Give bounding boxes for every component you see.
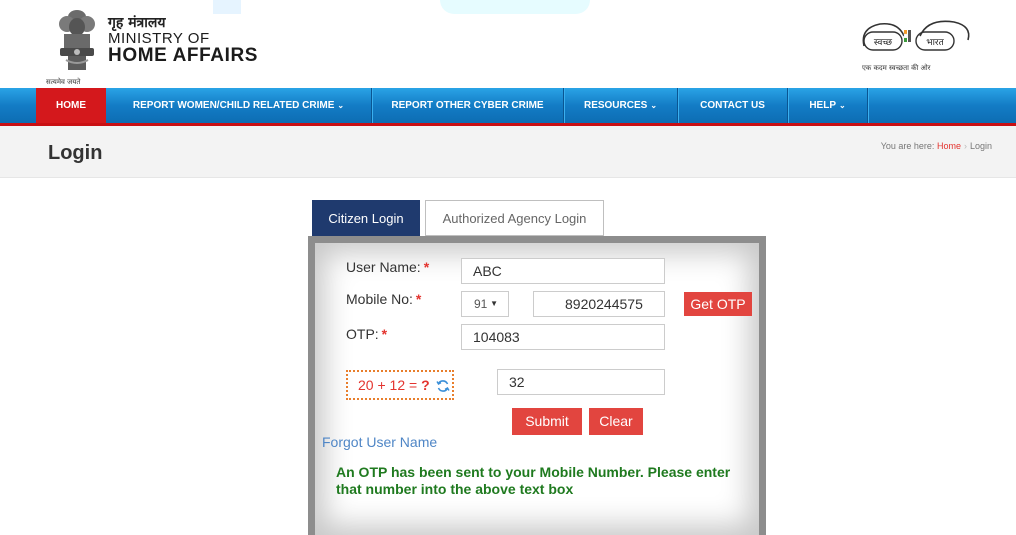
forgot-username-link[interactable]: Forgot User Name [322,434,437,450]
otp-sent-message: An OTP has been sent to your Mobile Numb… [336,464,731,497]
get-otp-button[interactable]: Get OTP [684,292,752,316]
otp-label: OTP: * [346,326,387,342]
nav-report-other-cyber-crime[interactable]: REPORT OTHER CYBER CRIME [372,88,564,123]
breadcrumb: You are here: Home › Login [881,141,992,151]
breadcrumb-home-link[interactable]: Home [937,141,961,151]
tab-citizen-login[interactable]: Citizen Login [312,200,420,236]
refresh-icon[interactable] [436,379,450,393]
required-mark: * [423,259,430,275]
header-decoration [440,0,590,14]
nav-label: REPORT OTHER CYBER CRIME [391,100,544,111]
required-mark: * [415,291,422,307]
captcha-question-mark: ? [421,377,430,393]
swachh-bharat-logo-icon: स्वच्छ भारत [862,20,970,51]
nav-label: HELP [809,100,836,111]
submit-button[interactable]: Submit [512,408,582,435]
page-title-bar [0,126,1016,178]
swachh-caption: एक कदम स्वच्छता की ओर [862,64,931,72]
swachh-right-text: भारत [926,38,944,48]
nav-label: REPORT WOMEN/CHILD RELATED CRIME [132,100,335,111]
site-header: सत्यमेव जयते गृह मंत्रालय MINISTRY OF HO… [0,0,1016,88]
header-decoration [213,0,241,14]
username-label: User Name: * [346,259,429,275]
nav-label: RESOURCES [583,100,648,111]
breadcrumb-separator: › [963,141,967,151]
captcha-answer-field[interactable]: 32 [497,369,665,395]
mobile-label-text: Mobile No: [346,291,413,307]
captcha-expression: 20 + 12 = ? [358,377,430,393]
otp-label-text: OTP: [346,326,379,342]
nav-label: CONTACT US [700,100,765,111]
mobile-label: Mobile No: * [346,291,421,307]
mobile-number-field[interactable]: 8920244575 [533,291,665,317]
national-emblem-icon [59,10,95,70]
nav-contact-us[interactable]: CONTACT US [678,88,788,123]
nav-report-women-child-crime[interactable]: REPORT WOMEN/CHILD RELATED CRIME ⌄ [106,88,372,123]
breadcrumb-prefix: You are here: [880,141,935,151]
tab-authorized-agency-login[interactable]: Authorized Agency Login [425,200,604,236]
clear-button[interactable]: Clear [589,408,643,435]
ministry-name-line2: HOME AFFAIRS [108,45,259,66]
emblem-motto: सत्यमेव जयते [46,78,81,86]
breadcrumb-current: Login [969,141,992,151]
country-code-value: 91 [474,297,488,311]
main-navigation: HOME REPORT WOMEN/CHILD RELATED CRIME ⌄ R… [0,88,1016,126]
otp-field[interactable]: 104083 [461,324,665,350]
nav-help[interactable]: HELP ⌄ [788,88,868,123]
username-field[interactable]: ABC [461,258,665,284]
captcha-expression-text: 20 + 12 = [358,377,422,393]
chevron-down-icon: ⌄ [838,101,846,110]
captcha-box: 20 + 12 = ? [346,370,454,400]
chevron-down-icon: ⌄ [337,101,345,110]
nav-resources[interactable]: RESOURCES ⌄ [564,88,678,123]
nav-home-label: HOME [56,100,86,111]
page-title: Login [48,142,103,164]
caret-down-icon: ▼ [490,299,498,308]
required-mark: * [381,326,388,342]
chevron-down-icon: ⌄ [650,101,658,110]
nav-home[interactable]: HOME [36,88,106,123]
country-code-select[interactable]: 91 ▼ [461,291,509,317]
swachh-left-text: स्वच्छ [874,38,893,48]
username-label-text: User Name: [346,259,421,275]
